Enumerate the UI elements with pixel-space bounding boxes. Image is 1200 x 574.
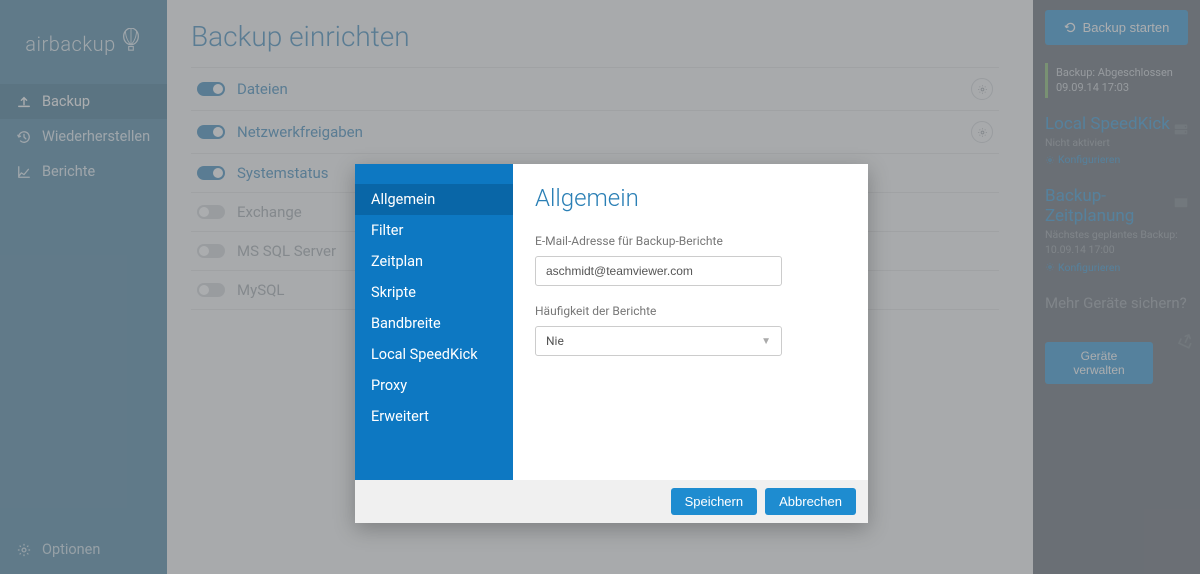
email-label: E-Mail-Adresse für Backup-Berichte <box>535 234 846 248</box>
settings-modal: AllgemeinFilterZeitplanSkripteBandbreite… <box>355 164 868 523</box>
modal-nav: AllgemeinFilterZeitplanSkripteBandbreite… <box>355 164 513 480</box>
modal-nav-item[interactable]: Zeitplan <box>355 246 513 277</box>
select-value: Nie <box>546 334 564 348</box>
chevron-down-icon: ▼ <box>761 336 771 347</box>
modal-footer: Speichern Abbrechen <box>355 480 868 523</box>
modal-content: Allgemein E-Mail-Adresse für Backup-Beri… <box>513 164 868 480</box>
frequency-select[interactable]: Nie ▼ <box>535 326 782 356</box>
modal-nav-item[interactable]: Skripte <box>355 277 513 308</box>
cancel-button[interactable]: Abbrechen <box>765 488 856 515</box>
frequency-label: Häufigkeit der Berichte <box>535 304 846 318</box>
modal-nav-item[interactable]: Local SpeedKick <box>355 339 513 370</box>
modal-nav-item[interactable]: Proxy <box>355 370 513 401</box>
modal-nav-item[interactable]: Erweitert <box>355 401 513 432</box>
email-input[interactable] <box>535 256 782 286</box>
modal-nav-item[interactable]: Filter <box>355 215 513 246</box>
modal-nav-item[interactable]: Allgemein <box>355 184 513 215</box>
modal-nav-item[interactable]: Bandbreite <box>355 308 513 339</box>
save-button[interactable]: Speichern <box>671 488 758 515</box>
modal-title: Allgemein <box>535 184 846 212</box>
